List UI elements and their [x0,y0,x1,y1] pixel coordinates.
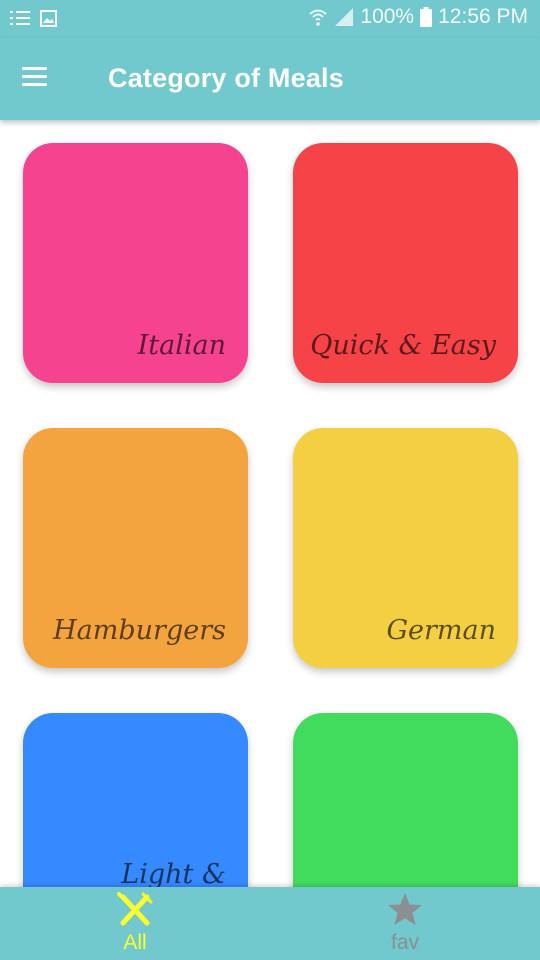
nav-item-all[interactable]: All [0,887,270,960]
category-tile-german[interactable]: German [293,428,518,668]
category-label: Hamburgers [53,615,226,646]
category-label: Light & [121,859,226,887]
app-bar: Category of Meals [0,38,540,120]
wifi-icon [308,7,328,27]
notification-list-icon [10,9,30,27]
status-right: 100% 12:56 PM [308,5,528,29]
category-tile-green[interactable] [293,713,518,887]
category-tile-hamburgers[interactable]: Hamburgers [23,428,248,668]
signal-icon [334,7,354,27]
category-label: Quick & Easy [310,330,496,361]
category-tile-light[interactable]: Light & [23,713,248,887]
app-screen: 100% 12:56 PM Category of Meals Italian … [0,0,540,960]
nav-label-fav: fav [390,931,419,954]
category-label: Italian [137,330,226,361]
category-label: German [386,615,496,646]
status-time: 12:56 PM [438,5,528,28]
battery-percentage: 100% [360,5,415,28]
bottom-navigation: All fav [0,887,540,960]
category-tile-quick-easy[interactable]: Quick & Easy [293,143,518,383]
cutlery-icon [117,892,153,931]
status-left [10,9,57,27]
star-icon [387,892,423,931]
image-icon [40,9,57,27]
hamburger-menu-icon[interactable] [22,67,48,89]
battery-icon [420,7,433,27]
nav-item-fav[interactable]: fav [270,887,540,960]
category-grid: Italian Quick & Easy Hamburgers German L… [0,120,540,887]
nav-label-all: All [123,931,147,954]
status-bar: 100% 12:56 PM [0,0,540,38]
category-tile-italian[interactable]: Italian [23,143,248,383]
page-title: Category of Meals [108,63,344,93]
